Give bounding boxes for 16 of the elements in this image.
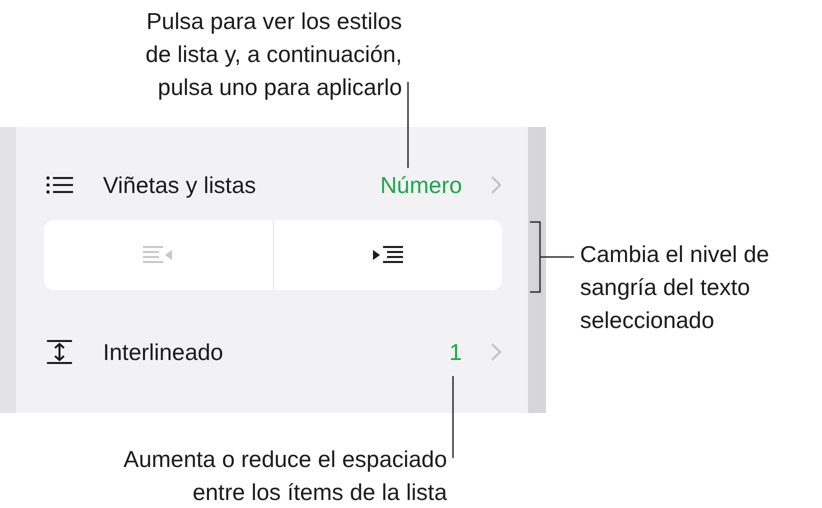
row-value: 1: [449, 338, 462, 367]
menu-row[interactable]: Interlineado 1: [46, 322, 502, 382]
callout-text: Aumenta o reduce el espaciado entre los ítems de la lista: [124, 445, 447, 507]
row-label: Viñetas y listas: [103, 170, 257, 200]
leader-line: [529, 221, 575, 293]
line-spacing-icon: [46, 340, 73, 364]
callout-text: Cambia el nivel de sangría del texto seleccionado: [580, 240, 770, 335]
indent-icon: [372, 245, 403, 265]
chevron-icon: [490, 342, 502, 362]
menu-row[interactable]: Viñetas y listas Número: [46, 155, 502, 215]
row-value: Número: [380, 170, 462, 200]
row-label: Interlineado: [103, 338, 224, 367]
callout-text: Pulsa para ver los estilos de lista y, a continuación, pulsa uno para aplicarlo: [145, 7, 402, 102]
chevron-icon: [490, 175, 502, 195]
outdent-icon: [143, 245, 174, 265]
list-icon: [46, 176, 73, 194]
